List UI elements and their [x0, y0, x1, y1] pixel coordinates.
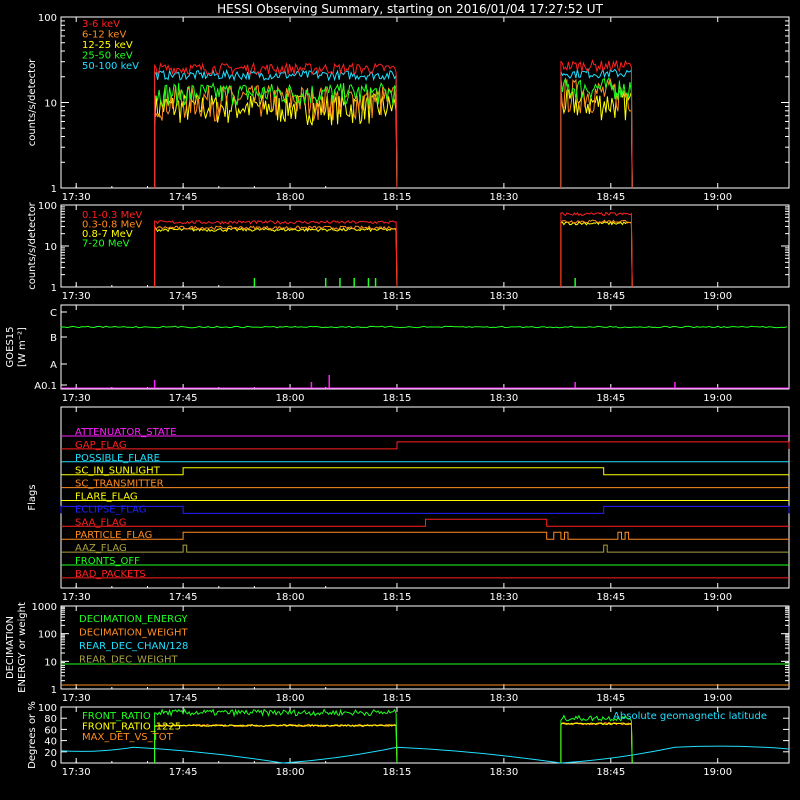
x-tick-label: 17:45: [169, 291, 198, 302]
x-tick-label: 18:00: [276, 192, 305, 203]
y-tick-label: 10: [44, 657, 57, 668]
x-tick-label: 18:45: [596, 767, 625, 778]
y-axis-label-2: [W m⁻²]: [17, 327, 28, 367]
x-tick-label: 18:30: [489, 592, 518, 603]
legend-entry: 6-12 keV: [82, 30, 126, 41]
x-tick-label: 17:30: [62, 393, 91, 404]
hessi-summary-figure: HESSI Observing Summary, starting on 201…: [0, 0, 800, 800]
latitude-annotation: Absolute geomagnetic latitude: [613, 711, 767, 722]
x-tick-label: 18:00: [276, 767, 305, 778]
legend-entry: DECIMATION_ENERGY: [79, 614, 188, 625]
y-tick-label: 1: [51, 685, 57, 696]
y-axis-label-2: ENERGY or weight: [17, 602, 28, 693]
legend-entry: 50-100 keV: [82, 61, 139, 72]
y-tick-label: 100: [38, 630, 57, 641]
y-tick-label: 10: [44, 99, 57, 110]
x-tick-label: 17:30: [62, 592, 91, 603]
x-tick-label: 18:15: [383, 693, 412, 704]
x-tick-label: 19:00: [703, 693, 732, 704]
y-tick-label: 20: [44, 748, 57, 759]
x-tick-label: 19:00: [703, 393, 732, 404]
legend-entry: REAR_DEC_WEIGHT: [79, 655, 178, 666]
y-tick-label: C: [50, 308, 57, 319]
x-tick-label: 18:15: [383, 393, 412, 404]
x-tick-label: 18:30: [489, 291, 518, 302]
x-tick-label: 18:45: [596, 592, 625, 603]
y-tick-label: 80: [44, 714, 57, 725]
x-tick-label: 17:30: [62, 192, 91, 203]
figure-title: HESSI Observing Summary, starting on 201…: [217, 2, 603, 16]
y-tick-label: 1000: [32, 602, 57, 613]
y-tick-label: 1: [51, 283, 57, 294]
legend-entry: FRONT_RATIO: [82, 711, 151, 722]
y-tick-label: 60: [44, 725, 57, 736]
y-axis-label: counts/s/detector: [27, 201, 38, 289]
x-tick-label: 17:30: [62, 291, 91, 302]
y-tick-label: A: [50, 360, 57, 371]
y-tick-label: 100: [38, 703, 57, 714]
x-tick-label: 18:30: [489, 767, 518, 778]
x-tick-label: 17:45: [169, 592, 198, 603]
x-tick-label: 19:00: [703, 291, 732, 302]
x-tick-label: 19:00: [703, 592, 732, 603]
legend-entry: FRONT_RATIO_1225: [82, 722, 181, 733]
x-tick-label: 18:00: [276, 393, 305, 404]
y-tick-label: 100: [38, 13, 57, 24]
x-tick-label: 17:45: [169, 192, 198, 203]
y-tick-label: 0: [51, 759, 57, 770]
x-tick-label: 17:45: [169, 767, 198, 778]
x-tick-label: 18:45: [596, 393, 625, 404]
y-axis-label: Flags: [27, 484, 38, 510]
x-tick-label: 18:30: [489, 393, 518, 404]
y-tick-label: B: [50, 333, 57, 344]
y-axis-label: GOES15: [5, 326, 16, 367]
x-tick-label: 18:15: [383, 192, 412, 203]
x-tick-label: 17:45: [169, 693, 198, 704]
x-tick-label: 17:30: [62, 693, 91, 704]
x-tick-label: 19:00: [703, 767, 732, 778]
legend-entry: MAX_DET_VS_TOT: [82, 732, 174, 743]
legend-entry: DECIMATION_WEIGHT: [79, 628, 188, 639]
x-tick-label: 18:00: [276, 592, 305, 603]
y-tick-label: 100: [38, 201, 57, 212]
x-tick-label: 18:45: [596, 192, 625, 203]
y-tick-label: 10: [44, 242, 57, 253]
y-tick-label: A0.1: [34, 381, 57, 392]
legend-entry: 12-25 keV: [82, 40, 133, 51]
legend-entry: 3-6 keV: [82, 19, 120, 30]
legend-entry: 7-20 MeV: [82, 239, 130, 250]
x-tick-label: 18:45: [596, 693, 625, 704]
y-tick-label: 40: [44, 737, 57, 748]
x-tick-label: 18:00: [276, 291, 305, 302]
x-tick-label: 17:30: [62, 767, 91, 778]
y-axis-label: counts/s/detector: [27, 58, 38, 146]
y-axis-label: DECIMATION: [5, 616, 16, 679]
x-tick-label: 17:45: [169, 393, 198, 404]
x-tick-label: 18:15: [383, 767, 412, 778]
x-tick-label: 19:00: [703, 192, 732, 203]
x-tick-label: 18:30: [489, 693, 518, 704]
x-tick-label: 18:45: [596, 291, 625, 302]
x-tick-label: 18:00: [276, 693, 305, 704]
x-tick-label: 18:30: [489, 192, 518, 203]
legend-entry: REAR_DEC_CHAN/128: [79, 641, 188, 652]
x-tick-label: 18:15: [383, 291, 412, 302]
x-tick-label: 18:15: [383, 592, 412, 603]
y-tick-label: 1: [51, 184, 57, 195]
legend-entry: 25-50 keV: [82, 51, 133, 62]
y-axis-label: Degrees or %: [27, 701, 38, 769]
